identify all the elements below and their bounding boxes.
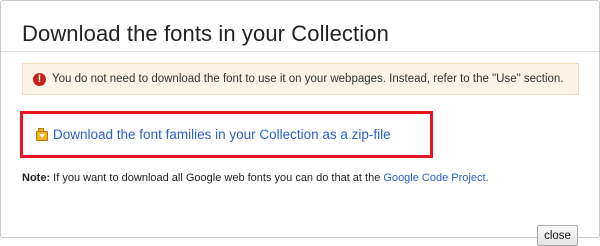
note-suffix: . [485,172,489,184]
google-code-project-link[interactable]: Google Code Project [383,172,485,184]
note-body: If you want to download all Google web f… [50,172,384,184]
download-highlight-box: Download the font families in your Colle… [20,111,433,158]
note-text: Note: If you want to download all Google… [22,172,489,184]
download-zip-link[interactable]: Download the font families in your Colle… [53,127,391,142]
title-divider [1,51,599,52]
note-label: Note: [22,172,51,184]
zip-file-icon [36,128,48,141]
warning-text: You do not need to download the font to … [52,73,564,85]
close-button[interactable]: close [537,225,578,246]
warning-banner: ! You do not need to download the font t… [22,63,579,95]
exclamation-icon: ! [33,72,46,86]
dialog-title: Download the fonts in your Collection [22,21,389,46]
download-dialog: Download the fonts in your Collection ! … [0,0,600,246]
